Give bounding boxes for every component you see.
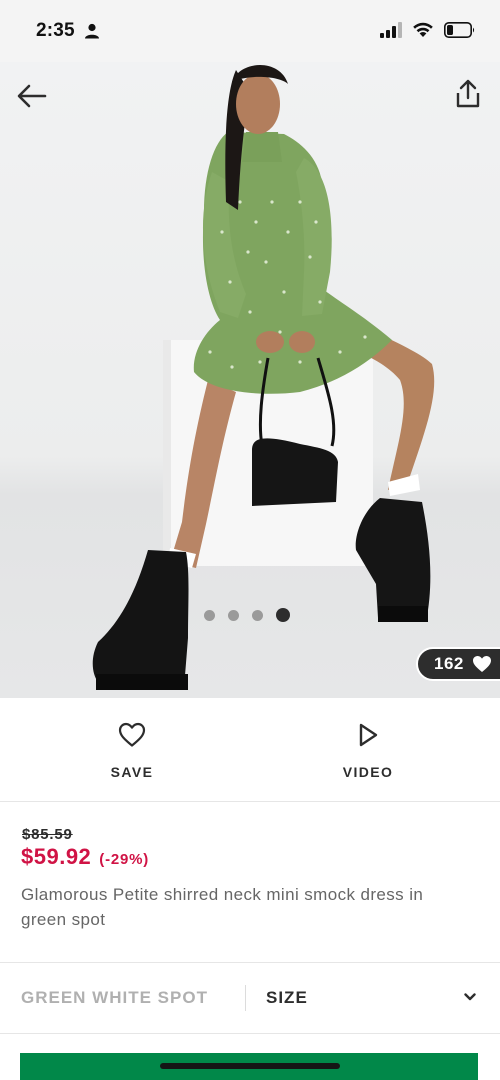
variant-selector: GREEN WHITE SPOT SIZE	[0, 962, 500, 1034]
person-icon	[85, 23, 99, 39]
status-time: 2:35	[36, 20, 75, 41]
video-label: VIDEO	[342, 764, 394, 780]
product-actions: SAVE VIDEO	[0, 698, 500, 802]
size-dropdown[interactable]: SIZE	[246, 963, 500, 1033]
was-price: $85.59	[22, 826, 73, 843]
status-icons	[380, 21, 476, 38]
product-image-gallery[interactable]: 162	[0, 62, 500, 698]
heart-icon	[118, 722, 146, 747]
sale-price: $59.92	[21, 844, 92, 869]
size-label: SIZE	[266, 988, 308, 1007]
discount-percent: (-29%)	[99, 851, 150, 868]
status-bar: 2:35	[0, 0, 500, 62]
likes-badge[interactable]: 162	[416, 647, 500, 681]
price-row: $59.92 (-29%)	[21, 844, 149, 870]
battery-icon	[444, 21, 475, 38]
wifi-icon	[413, 22, 433, 37]
save-label: SAVE	[110, 764, 154, 780]
image-pagination	[204, 608, 290, 622]
likes-count: 162	[434, 654, 464, 673]
back-arrow-icon[interactable]	[16, 82, 48, 110]
pagination-dot-active[interactable]	[276, 608, 290, 622]
pagination-dot[interactable]	[228, 609, 239, 621]
pagination-dot[interactable]	[252, 609, 263, 621]
home-indicator	[160, 1063, 340, 1069]
product-title: Glamorous Petite shirred neck mini smock…	[21, 885, 424, 929]
play-icon	[359, 723, 378, 747]
heart-icon	[472, 656, 491, 672]
product-photo	[92, 65, 435, 690]
save-button[interactable]: SAVE	[72, 720, 192, 780]
signal-icon	[380, 21, 402, 38]
video-button[interactable]: VIDEO	[308, 720, 428, 780]
chevron-down-icon	[464, 993, 476, 1001]
share-icon[interactable]	[454, 79, 482, 109]
colour-label: GREEN WHITE SPOT	[21, 988, 208, 1007]
pagination-dot[interactable]	[204, 609, 215, 621]
